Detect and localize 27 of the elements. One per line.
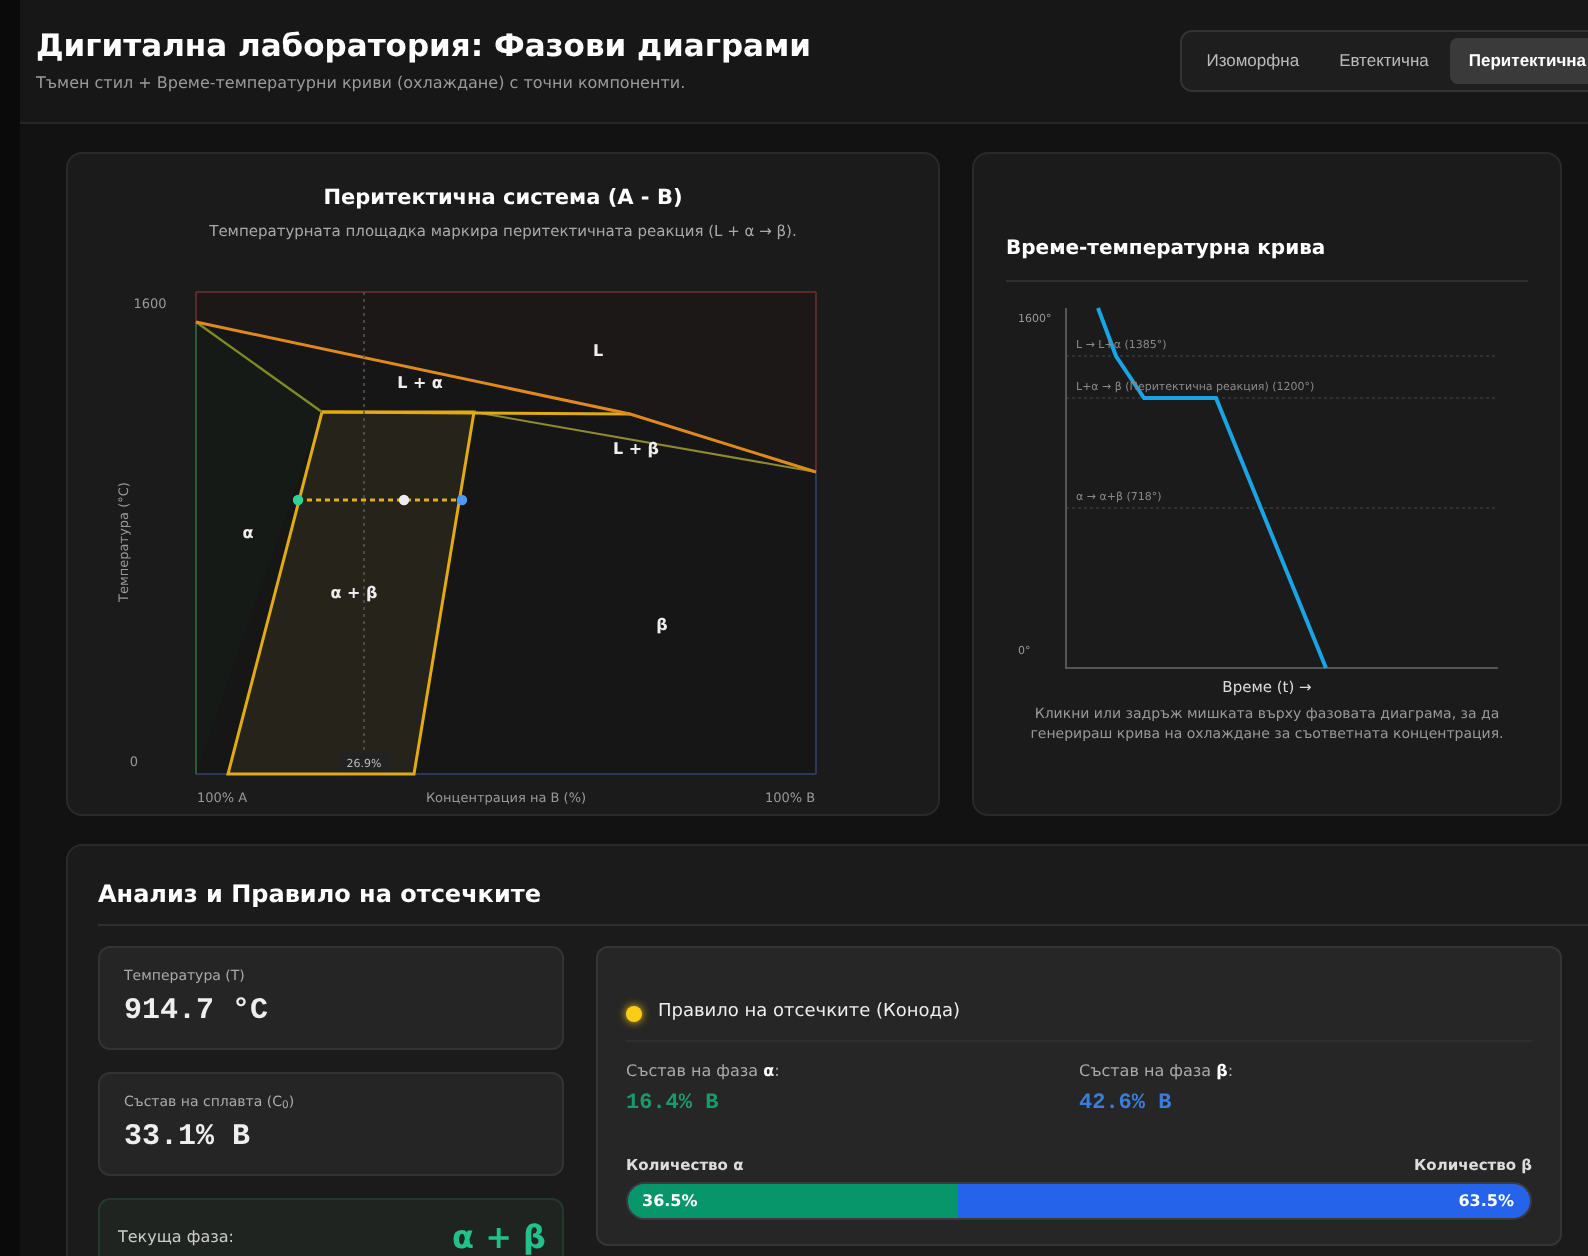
phase-value: α + β [452, 1218, 546, 1256]
region-label: β [656, 616, 668, 635]
page-title: Дигитална лаборатория: Фазови диаграми [36, 28, 812, 66]
temperature-value: 914.7 °C [124, 993, 271, 1031]
region-label: L [592, 342, 604, 361]
alpha-amount-fill: 36.5% [628, 1184, 958, 1219]
status-dot [626, 1005, 642, 1022]
chart-title: Перитектична система (A - B) [323, 186, 683, 213]
field-label: Състав на фаза β: [1079, 1062, 1234, 1081]
beta-amount-share: 63.5% [1456, 1189, 1516, 1214]
region-label: L + β [612, 440, 660, 459]
composition-value: 33.1% B [124, 1119, 253, 1157]
field-label: Текуща фаза: [118, 1228, 234, 1248]
diagram-tab[interactable]: Перитектична [1450, 38, 1588, 84]
panel-title: Правило на отсечките (Конода) [658, 1002, 961, 1025]
alpha-composition-value: 16.4% B [626, 1092, 719, 1117]
diagram-tab[interactable]: Изоморфна [1188, 38, 1318, 84]
phase-diagram-drawing[interactable] [195, 291, 817, 776]
field-label: Състав на фаза α: [626, 1062, 780, 1081]
page-subtitle: Тъмен стил + Време-температурни криви (охлаждане) с точни компоненти. [36, 73, 688, 94]
region-label: α + β [330, 584, 378, 603]
section-title: Анализ и Правило на отсечките [98, 880, 541, 908]
diagram-tab[interactable]: Евтектична [1321, 38, 1447, 84]
region-label: L + α [397, 374, 443, 393]
region-label: α [242, 524, 254, 543]
beta-composition-value: 42.6% B [1079, 1092, 1172, 1117]
section-title: Време-температурна крива [1006, 238, 1326, 260]
